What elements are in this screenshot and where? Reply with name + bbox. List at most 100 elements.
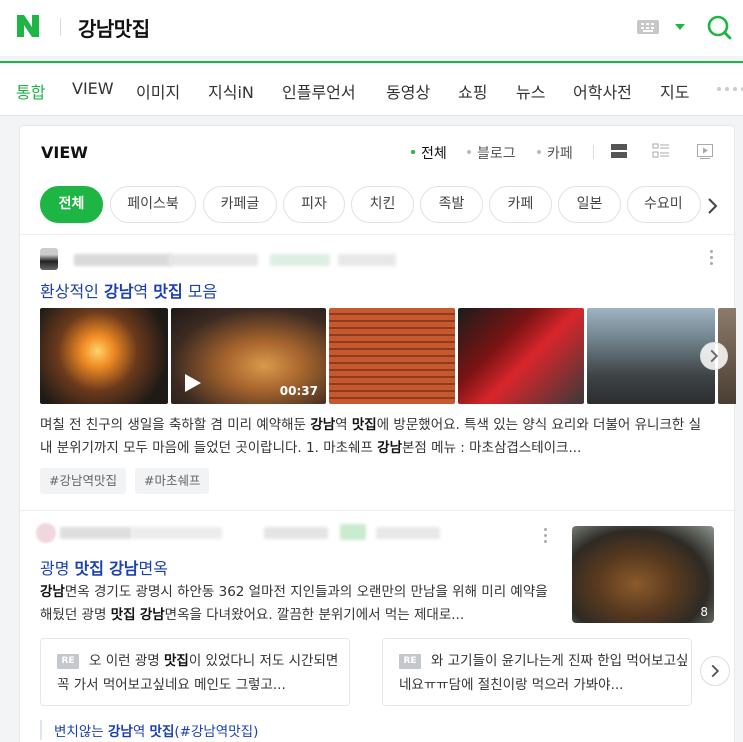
tab-shopping[interactable]: 쇼핑 (458, 79, 487, 103)
tab-video[interactable]: 동영상 (386, 79, 430, 103)
card-view-icon[interactable] (652, 142, 670, 160)
more-options-icon[interactable] (544, 528, 548, 544)
filter-blog[interactable]: 블로그 (467, 143, 516, 163)
photo-storefront[interactable] (329, 308, 455, 404)
related-highlight: 맛집 (149, 724, 175, 740)
post-date-blurred (264, 527, 328, 539)
tab-map[interactable]: 지도 (660, 79, 689, 103)
title-text: 광명 (40, 559, 75, 578)
post-description: 강남면옥 경기도 광명시 하안동 362 얼마전 지인들과의 오랜만의 만남을 … (40, 581, 552, 627)
author-avatar[interactable] (40, 248, 58, 270)
title-text: 면옥 (138, 559, 168, 578)
section-title: VIEW (41, 143, 88, 162)
filter-cafe-label: 카페 (547, 146, 573, 162)
title-highlight: 맛집 (74, 559, 104, 578)
tab-integrated[interactable]: 통합 (16, 79, 45, 103)
post-date-blurred (338, 254, 396, 266)
video-view-icon[interactable] (696, 142, 714, 160)
more-tabs-icon[interactable] (717, 87, 743, 93)
author-name-blurred (74, 254, 172, 266)
desc-text: 본점 메뉴 : 마초삼겹스테이크... (402, 440, 582, 456)
tab-images[interactable]: 이미지 (136, 79, 180, 103)
title-text: 역 (133, 282, 154, 301)
naver-logo-icon[interactable] (14, 12, 42, 40)
section-separator (20, 234, 734, 235)
post-title[interactable]: 환상적인 강남역 맛집 모음 (40, 278, 217, 302)
chip-pizza[interactable]: 피자 (283, 186, 345, 223)
desc-highlight: 강남 (139, 607, 165, 623)
desc-text: 며칠 전 친구의 생일을 축하할 겸 미리 예약해둔 (40, 417, 311, 433)
chip-jokbal[interactable]: 족발 (420, 186, 483, 223)
chip-all[interactable]: 전체 (40, 186, 103, 223)
video-thumbnail[interactable]: 00:37 (171, 308, 326, 404)
chip-cafe[interactable]: 카페 (489, 186, 552, 223)
filter-all-label: 전체 (421, 146, 447, 162)
chevron-right-icon[interactable] (702, 196, 722, 216)
desc-highlight: 강남 (377, 440, 403, 456)
hashtag[interactable]: #마초쉐프 (135, 468, 210, 494)
author-badge-blurred (340, 524, 366, 540)
comment-card[interactable]: RE 와 고기들이 윤기나는게 진짜 한입 먹어보고싶네요ㅠㅠ담에 절친이랑 먹… (382, 638, 692, 706)
tab-influencer[interactable]: 인플루언서 (282, 79, 356, 103)
author-avatar[interactable] (36, 523, 56, 543)
filter-all[interactable]: 전체 (411, 143, 447, 163)
comments-next-button[interactable] (700, 656, 730, 686)
chip-japan[interactable]: 일본 (558, 186, 621, 223)
related-text: (#강남역맛집) (174, 724, 259, 740)
search-header: 강남맛집 (0, 0, 743, 56)
desc-highlight: 맛집 (351, 417, 377, 433)
photo-flambe[interactable] (40, 308, 168, 404)
title-highlight: 맛집 (153, 282, 183, 301)
filter-cafe[interactable]: 카페 (537, 143, 573, 163)
photo-interior[interactable] (587, 308, 715, 404)
chip-facebook[interactable]: 페이스북 (110, 186, 196, 223)
related-text: 역 (132, 724, 150, 740)
post-thumbnail[interactable]: 8 (572, 526, 714, 623)
post-extra-blurred (376, 527, 440, 539)
post-title[interactable]: 광명 맛집 강남면옥 (40, 555, 168, 579)
keyboard-icon[interactable] (637, 20, 659, 34)
photo-entrance[interactable] (458, 308, 584, 404)
comment-part: 와 고기들이 윤기나는게 진짜 한입 먹어보고싶네요ㅠㅠ담에 절친이랑 먹으러 … (399, 653, 689, 693)
comment-part: 오 이런 광명 (89, 653, 164, 669)
caret-down-icon[interactable] (675, 24, 685, 30)
related-link[interactable]: 변치않는 강남역 맛집(#강남역맛집) (40, 720, 258, 740)
desc-text: 역 (335, 417, 352, 433)
title-text: 환상적인 (40, 282, 104, 301)
video-duration: 00:37 (279, 384, 318, 398)
list-view-icon[interactable] (610, 142, 628, 160)
comment-text: 와 고기들이 윤기나는게 진짜 한입 먹어보고싶네요ㅠㅠ담에 절친이랑 먹으러 … (399, 649, 689, 697)
desc-highlight: 맛집 (110, 607, 136, 623)
title-highlight: 강남 (109, 559, 139, 578)
related-highlight: 강남 (107, 724, 133, 740)
author-meta-blurred (132, 527, 222, 539)
search-query[interactable]: 강남맛집 (78, 13, 150, 42)
more-options-icon[interactable] (710, 250, 714, 266)
chip-cafe-post[interactable]: 카페글 (203, 186, 277, 223)
chip-chicken[interactable]: 치킨 (351, 186, 414, 223)
desc-text: 면옥을 다녀왔어요. 깔끔한 분위기에서 먹는 제대로... (164, 607, 465, 623)
comment-card[interactable]: RE 오 이런 광명 맛집이 있었다니 저도 시간되면 꼭 가서 먹어보고싶네요… (40, 638, 350, 706)
post-description: 며칠 전 친구의 생일을 축하할 겸 미리 예약해둔 강남역 맛집에 방문했어요… (40, 414, 708, 460)
hashtag[interactable]: #강남역맛집 (40, 468, 126, 494)
comment-text: 오 이런 광명 맛집이 있었다니 저도 시간되면 꼭 가서 먹어보고싶네요 메인… (57, 649, 347, 697)
play-icon[interactable] (181, 372, 203, 394)
search-tabs: 통합 VIEW 이미지 지식iN 인플루언서 동영상 쇼핑 뉴스 어학사전 지도 (0, 61, 743, 116)
author-badge-blurred (270, 254, 330, 266)
post-separator (20, 510, 734, 511)
comment-highlight: 맛집 (163, 653, 189, 669)
chip-suyomi[interactable]: 수요미 (627, 186, 701, 223)
post-photo-strip: 00:37 (40, 308, 736, 404)
filter-blog-label: 블로그 (477, 146, 516, 162)
view-section: VIEW 전체 블로그 카페 전체 페이스북 카페글 피자 치킨 족발 카페 일… (19, 125, 736, 742)
tab-view[interactable]: VIEW (72, 79, 114, 98)
related-text: 변치않는 (54, 724, 108, 740)
author-name-blurred (60, 527, 132, 539)
category-chips: 전체 페이스북 카페글 피자 치킨 족발 카페 일본 수요미 (40, 186, 716, 226)
desc-highlight: 강남 (310, 417, 336, 433)
search-icon[interactable] (705, 13, 733, 41)
photo-next-button[interactable] (700, 342, 728, 370)
tab-dictionary[interactable]: 어학사전 (573, 79, 632, 103)
tab-news[interactable]: 뉴스 (516, 79, 545, 103)
tab-knowledge-in[interactable]: 지식iN (208, 79, 254, 103)
